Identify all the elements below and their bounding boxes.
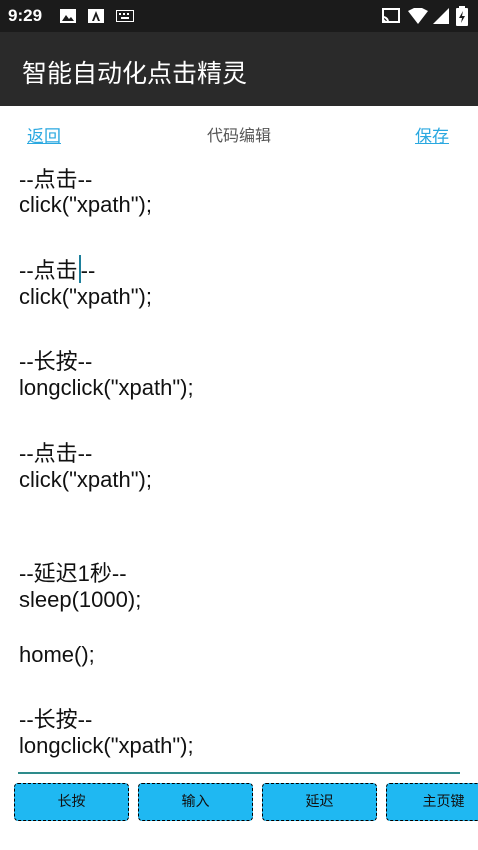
input-button[interactable]: 输入 xyxy=(138,783,253,821)
delay-button[interactable]: 延迟 xyxy=(262,783,377,821)
save-link[interactable]: 保存 xyxy=(415,122,449,147)
editor-underline xyxy=(18,772,460,774)
page-title: 代码编辑 xyxy=(206,126,271,145)
code-line: --长按-- xyxy=(19,707,93,732)
app-bar: 智能自动化点击精灵 xyxy=(0,32,478,106)
editor-toolbar: 返回 代码编辑 保存 xyxy=(0,106,478,156)
code-line: --点击-- xyxy=(19,167,93,192)
code-line: longclick("xpath"); xyxy=(19,375,194,400)
wifi-icon xyxy=(408,8,428,24)
image-notification-icon xyxy=(60,9,76,23)
code-line-text: -- xyxy=(80,258,96,283)
code-line: --点击-- xyxy=(19,253,95,285)
code-line: --点击-- xyxy=(19,441,93,466)
status-bar: 9:29 xyxy=(0,0,478,32)
action-button-row: 长按 输入 延迟 主页键 xyxy=(0,783,478,825)
code-line: --长按-- xyxy=(19,349,93,374)
code-editor[interactable]: --点击-- click("xpath"); --点击 -- click("xpa… xyxy=(19,162,459,774)
a-notification-icon xyxy=(88,9,104,23)
app-title: 智能自动化点击精灵 xyxy=(22,59,248,88)
code-line: click("xpath"); xyxy=(19,192,152,217)
code-line: click("xpath"); xyxy=(19,467,152,492)
code-line: --延迟1秒-- xyxy=(19,561,127,586)
cast-icon xyxy=(382,8,400,23)
keyboard-icon xyxy=(116,10,134,22)
home-key-button[interactable]: 主页键 xyxy=(386,783,478,821)
code-line: home(); xyxy=(19,642,95,667)
code-line: click("xpath"); xyxy=(19,284,152,309)
signal-icon xyxy=(433,8,449,24)
code-line: longclick("xpath"); xyxy=(19,733,194,758)
code-line: sleep(1000); xyxy=(19,587,142,612)
code-line-text: --点击 xyxy=(19,258,78,283)
battery-icon xyxy=(456,6,468,26)
status-time: 9:29 xyxy=(8,6,43,25)
long-press-button[interactable]: 长按 xyxy=(14,783,129,821)
